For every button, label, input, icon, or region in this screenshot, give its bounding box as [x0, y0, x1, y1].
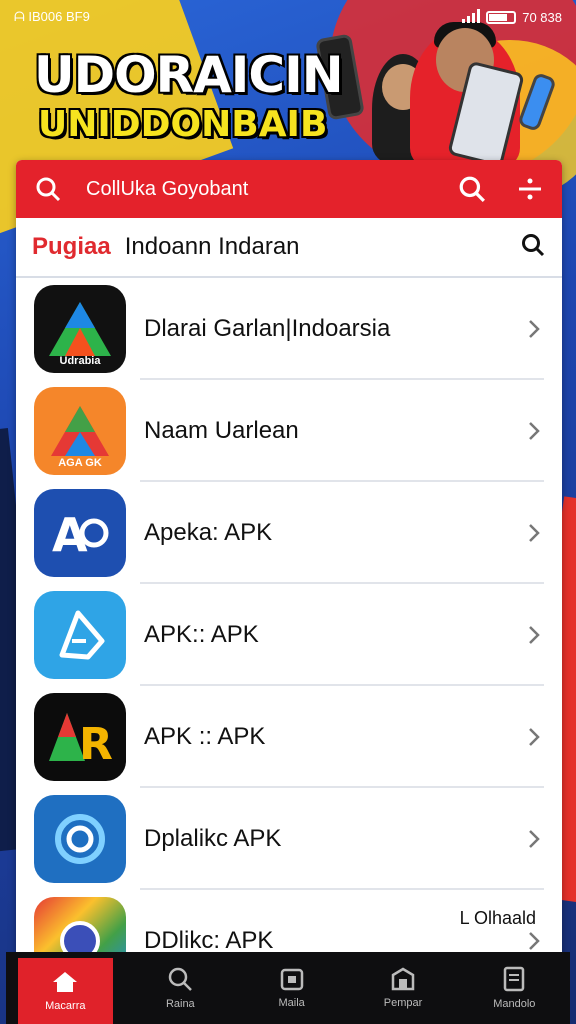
tab-calendar[interactable]: Maila [236, 952, 347, 1024]
multicolor-icon [34, 897, 126, 960]
hero-subtitle: UNIDDONBAIB [38, 104, 328, 145]
chevron-right-icon [516, 726, 552, 748]
tab-label: Pempar [383, 997, 423, 1009]
chevron-right-icon [516, 624, 552, 646]
store-icon [391, 967, 415, 991]
list-item[interactable]: Dplalikc APK [16, 788, 562, 890]
app-label: Apeka: APK [144, 519, 273, 546]
header-title: CollUka Goyobant [86, 177, 249, 200]
chevron-right-icon [516, 522, 552, 544]
app-label: Naam Uarlean [144, 417, 299, 444]
app-list-card: CollUka Goyobant Pugiaa Indoann Indaran … [16, 160, 562, 960]
svg-text:R: R [79, 719, 113, 767]
sort-icon[interactable] [512, 171, 548, 207]
chevron-right-icon [516, 828, 552, 850]
app-label: APK:: APK [144, 621, 259, 648]
category-tag[interactable]: Pugiaa [32, 233, 111, 261]
search-icon[interactable] [520, 232, 546, 263]
list-item[interactable]: AGA GK Naam Uarlean [16, 380, 562, 482]
card-header: CollUka Goyobant [16, 160, 562, 218]
list-item[interactable]: R APK :: APK [16, 686, 562, 788]
download-label: L Olhaald [459, 908, 536, 928]
category-bar: Pugiaa Indoann Indaran [16, 218, 562, 278]
category-title: Indoann Indaran [124, 233, 300, 260]
app-label: DDlikc: APK [144, 927, 274, 954]
calendar-icon [280, 968, 303, 991]
search-icon [169, 967, 193, 991]
tab-label: Macarra [45, 1000, 86, 1012]
list-item[interactable]: Udrabia Dlarai Garlan|Indoarsia [16, 278, 562, 380]
status-left-text: ᗩ IB006 BF9 [14, 9, 90, 24]
green-blue-triangle-icon: Udrabia [34, 285, 126, 373]
document-icon [504, 966, 525, 992]
chevron-right-icon [516, 318, 552, 340]
search-button-icon[interactable] [454, 171, 490, 207]
tab-search[interactable]: Raina [125, 952, 236, 1024]
list-item[interactable]: DDlikc: APK L Olhaald [16, 890, 562, 960]
app-label: APK :: APK [144, 723, 266, 750]
search-icon[interactable] [30, 171, 66, 207]
tab-label: Mandolo [493, 998, 536, 1010]
hero-title: UDORAICIN [34, 46, 344, 104]
chevron-right-icon [516, 420, 552, 442]
black-ar-icon: R [34, 693, 126, 781]
tab-documents[interactable]: Mandolo [459, 952, 570, 1024]
app-label: Dlarai Garlan|Indoarsia [144, 315, 391, 342]
app-list: Udrabia Dlarai Garlan|Indoarsia AGA GK N… [16, 278, 562, 960]
light-blue-a-icon [34, 591, 126, 679]
tab-label: Maila [278, 997, 305, 1009]
tab-label: Raina [165, 998, 195, 1010]
status-right-text: 70 838 [522, 9, 562, 25]
list-item[interactable]: APK:: APK [16, 584, 562, 686]
app-icon-text: AGA GK [58, 457, 102, 469]
app-icon-text: Udrabia [59, 355, 101, 367]
battery-icon [486, 10, 517, 24]
blue-a-icon: A [34, 489, 126, 577]
tab-home[interactable]: Macarra [18, 958, 113, 1024]
bottom-navigation: Macarra Raina Maila Pempar Mandolo [6, 952, 570, 1024]
blue-camera-icon [34, 795, 126, 883]
signal-icon [462, 8, 481, 26]
chevron-right-icon [516, 930, 552, 952]
promo-people-image [315, 14, 560, 168]
list-item[interactable]: A Apeka: APK [16, 482, 562, 584]
app-label: Dplalikc APK [144, 825, 282, 852]
home-icon [53, 972, 78, 992]
orange-triangle-icon: AGA GK [34, 387, 126, 475]
tab-store[interactable]: Pempar [347, 952, 458, 1024]
status-bar: ᗩ IB006 BF9 70 838 [0, 0, 576, 34]
